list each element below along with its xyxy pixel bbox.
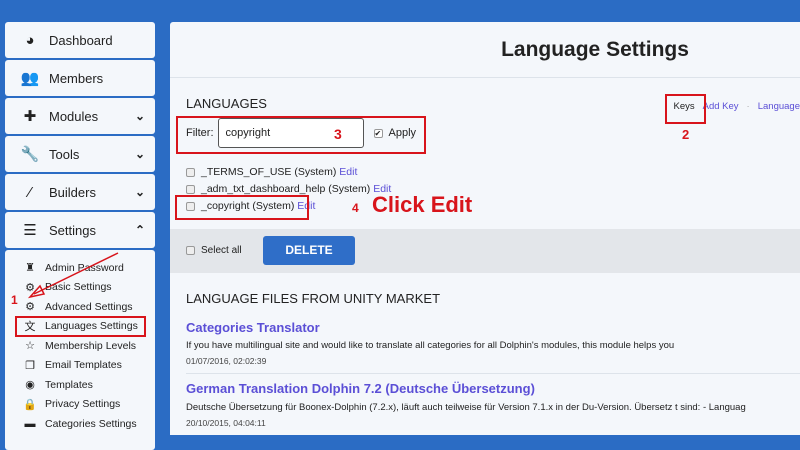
annotation-box-keys	[665, 94, 706, 124]
annotation-box-filter	[176, 116, 426, 154]
annotation-3: 3	[334, 126, 342, 142]
annotation-box-edit	[175, 195, 309, 220]
annotation-click-edit: Click Edit	[372, 192, 472, 218]
annotation-4: 4	[352, 201, 359, 215]
annotation-1: 1	[11, 293, 18, 307]
annotation-2: 2	[682, 127, 689, 142]
annotation-box-languages	[15, 316, 146, 337]
